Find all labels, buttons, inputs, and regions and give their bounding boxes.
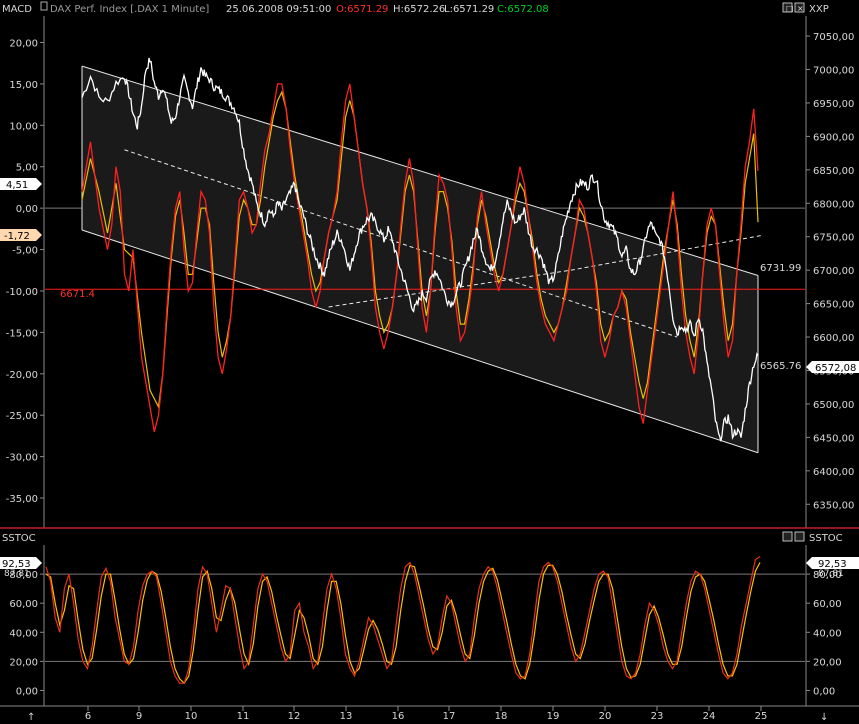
stoch-right-tick-label: 40,00: [813, 628, 842, 639]
macd-label: MACD: [2, 4, 32, 15]
header-datetime: 25.06.2008 09:51:00: [226, 4, 331, 15]
stoch-left-label: SSTOC: [2, 533, 36, 544]
left-tick-label: 5,00: [16, 163, 38, 174]
right-tick-label: 6700,00: [813, 266, 854, 277]
stoch-right-sub: 87,81: [818, 569, 844, 579]
left-tick-label: 15,00: [9, 80, 38, 91]
stoch-left-sub: 87,81: [4, 569, 30, 579]
restore-icon: □: [786, 4, 794, 13]
last-price-value: 6572,08: [815, 363, 856, 374]
chart-canvas: DAX Perf. Index [.DAX 1 Minute] 25.06.20…: [0, 0, 859, 724]
x-tick-label: 23: [651, 711, 664, 722]
left-tick-label: -15,00: [6, 328, 38, 339]
x-tick-label: 13: [340, 711, 353, 722]
stoch-right-tick-label: 20,00: [813, 657, 842, 668]
header-high: H:6572.26: [393, 4, 445, 15]
right-tick-label: 6600,00: [813, 333, 854, 344]
close-icon: ×: [797, 4, 804, 13]
left-tick-label: -35,00: [6, 494, 38, 505]
stoch-left-tick-label: 20,00: [9, 657, 38, 668]
stoch-right-tick-label: 0,00: [813, 686, 835, 697]
right-tick-label: 6350,00: [813, 500, 854, 511]
x-tick-label: 10: [185, 711, 198, 722]
right-tick-label: 6400,00: [813, 467, 854, 478]
stoch-left-tick-label: 60,00: [9, 599, 38, 610]
stoch-left-tick-label: 0,00: [16, 686, 38, 697]
right-tick-label: 6650,00: [813, 300, 854, 311]
stoch-left-tick-label: 40,00: [9, 628, 38, 639]
right-tick-label: 6500,00: [813, 400, 854, 411]
left-tick-label: 20,00: [9, 39, 38, 50]
x-tick-label: 24: [703, 711, 716, 722]
left-tick-label: -5,00: [12, 246, 38, 257]
right-tick-label: 7050,00: [813, 32, 854, 43]
x-tick-label: 25: [755, 711, 768, 722]
left-tick-label: -20,00: [6, 370, 38, 381]
macd-value: 4,51: [6, 180, 28, 191]
upper-channel-label: 6731.99: [760, 263, 801, 274]
last-close-label: 6565.76: [760, 361, 801, 372]
x-tick-label: 9: [136, 711, 142, 722]
stoch-close-button[interactable]: [794, 531, 805, 542]
header-close: C:6572.08: [497, 4, 549, 15]
header-open: O:6571.29: [336, 4, 388, 15]
scroll-left-icon[interactable]: ↑: [27, 712, 35, 723]
stoch-restore-button[interactable]: [782, 531, 793, 542]
instrument-title: DAX Perf. Index [.DAX 1 Minute]: [50, 4, 209, 15]
x-tick-label: 18: [495, 711, 508, 722]
x-tick-label: 17: [443, 711, 456, 722]
right-tick-label: 6800,00: [813, 199, 854, 210]
scroll-right-icon[interactable]: ↓: [820, 712, 828, 723]
right-tick-label: 6750,00: [813, 233, 854, 244]
left-tick-label: 10,00: [9, 121, 38, 132]
signal-value: -1,72: [4, 231, 30, 242]
macd-value-badge: 4,51: [0, 178, 42, 191]
stoch-right-tick-label: 60,00: [813, 599, 842, 610]
x-tick-label: 12: [288, 711, 301, 722]
right-tick-label: 6950,00: [813, 99, 854, 110]
left-tick-label: -30,00: [6, 453, 38, 464]
right-tick-label: 6850,00: [813, 166, 854, 177]
left-tick-label: 0,00: [16, 204, 38, 215]
signal-value-badge: -1,72: [0, 229, 42, 242]
right-tick-label: 7000,00: [813, 66, 854, 77]
right-tick-label: 6900,00: [813, 132, 854, 143]
hline-label: 6671.4: [60, 289, 95, 300]
x-tick-label: 6: [85, 711, 91, 722]
x-tick-label: 11: [237, 711, 250, 722]
x-tick-label: 19: [547, 711, 560, 722]
price-axis-label: XXP: [809, 4, 829, 15]
x-tick-label: 20: [599, 711, 612, 722]
last-price-badge: 6572,08: [806, 361, 859, 374]
header-low: L:6571.29: [444, 4, 494, 15]
right-tick-label: 6450,00: [813, 433, 854, 444]
x-tick-label: 16: [392, 711, 405, 722]
left-tick-label: -10,00: [6, 287, 38, 298]
stoch-right-label: SSTOC: [809, 533, 843, 544]
left-tick-label: -25,00: [6, 411, 38, 422]
